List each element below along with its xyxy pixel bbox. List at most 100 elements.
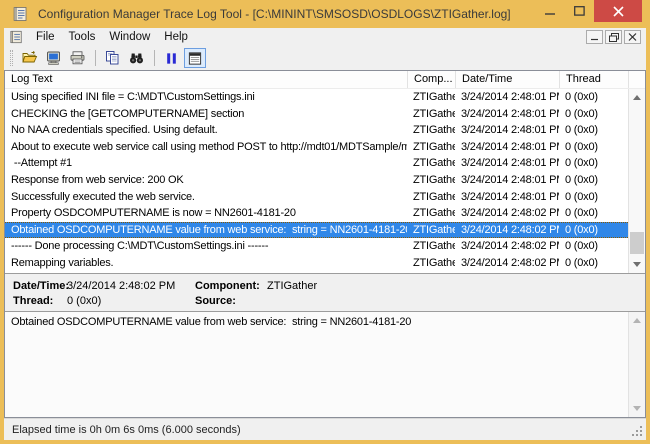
log-row-thread: 0 (0x0): [559, 172, 628, 189]
log-row-thread: 0 (0x0): [559, 155, 628, 172]
toolbar-separator: [95, 50, 96, 66]
mdi-minimize-button[interactable]: [586, 30, 603, 44]
log-row[interactable]: CHECKING the [GETCOMPUTERNAME] section Z…: [5, 106, 628, 123]
log-row-datetime: 3/24/2014 2:48:01 PM: [455, 122, 559, 139]
log-row-component: ZTIGather: [407, 205, 455, 222]
window-title: Configuration Manager Trace Log Tool - […: [38, 7, 511, 21]
detail-view-icon: [187, 51, 203, 66]
log-row-thread: 0 (0x0): [559, 205, 628, 222]
details-datetime-label: Date/Time:: [13, 280, 67, 292]
log-row-datetime: 3/24/2014 2:48:01 PM: [455, 155, 559, 172]
maximize-button[interactable]: [565, 0, 594, 22]
resize-grip-icon[interactable]: [640, 434, 642, 436]
log-row-datetime: 3/24/2014 2:48:02 PM: [455, 255, 559, 272]
detail-view-toggle[interactable]: [184, 48, 206, 68]
scroll-up-icon[interactable]: [629, 89, 645, 106]
log-row-component: ZTIGather: [407, 106, 455, 123]
list-vertical-scrollbar[interactable]: [628, 89, 645, 273]
log-row-text: Remapping variables.: [5, 255, 407, 272]
list-header: Log Text Comp... Date/Time Thread: [5, 71, 645, 89]
toolbar-separator: [154, 50, 155, 66]
scroll-up-icon[interactable]: [629, 312, 645, 329]
log-row-text: Successfully executed the web service.: [5, 189, 407, 206]
mdi-document-icon[interactable]: [9, 30, 23, 44]
close-button[interactable]: [594, 0, 642, 22]
open-log-button[interactable]: [18, 48, 40, 68]
column-header-datetime[interactable]: Date/Time: [455, 71, 559, 88]
log-row-thread: 0 (0x0): [559, 139, 628, 156]
elapsed-time-text: Elapsed time is 0h 0m 6s 0ms (6.000 seco…: [12, 424, 241, 436]
log-row-component: ZTIGather: [407, 139, 455, 156]
log-row-datetime: 3/24/2014 2:48:01 PM: [455, 106, 559, 123]
copy-button[interactable]: [101, 48, 123, 68]
details-component-label: Component:: [195, 280, 267, 292]
message-scrollbar[interactable]: [628, 312, 645, 417]
toolbar: [4, 46, 646, 70]
log-row-thread: 0 (0x0): [559, 122, 628, 139]
log-view: Log Text Comp... Date/Time Thread Using …: [4, 70, 646, 418]
log-row-text: Response from web service: 200 OK: [5, 172, 407, 189]
details-thread-label: Thread:: [13, 295, 67, 307]
titlebar: Configuration Manager Trace Log Tool - […: [0, 0, 650, 28]
app-icon: [12, 6, 28, 22]
details-component-value: ZTIGather: [267, 280, 645, 292]
log-row-thread: 0 (0x0): [559, 238, 628, 255]
details-thread-value: 0 (0x0): [67, 295, 195, 307]
log-row-datetime: 3/24/2014 2:48:01 PM: [455, 89, 559, 106]
log-row-text: Using specified INI file = C:\MDT\Custom…: [5, 89, 407, 106]
scroll-down-icon[interactable]: [629, 256, 645, 273]
log-row[interactable]: Property OSDCOMPUTERNAME is now = NN2601…: [5, 205, 628, 222]
log-row-component: ZTIGather: [407, 222, 455, 239]
log-row[interactable]: Obtained OSDCOMPUTERNAME value from web …: [5, 222, 628, 239]
log-row-text: ------ Done processing C:\MDT\CustomSett…: [5, 238, 407, 255]
log-row-thread: 0 (0x0): [559, 106, 628, 123]
menu-file[interactable]: File: [29, 28, 62, 46]
scroll-down-icon[interactable]: [629, 400, 645, 417]
log-row-text: About to execute web service call using …: [5, 139, 407, 156]
log-row[interactable]: Remapping variables. ZTIGather 3/24/2014…: [5, 255, 628, 272]
details-pane: Date/Time: 3/24/2014 2:48:02 PM Componen…: [5, 273, 645, 311]
log-row[interactable]: ------ Done processing C:\MDT\CustomSett…: [5, 238, 628, 255]
log-row-datetime: 3/24/2014 2:48:02 PM: [455, 238, 559, 255]
log-row-text: --Attempt #1: [5, 155, 407, 172]
log-row[interactable]: About to execute web service call using …: [5, 139, 628, 156]
printer-icon: [69, 50, 86, 66]
log-row[interactable]: No NAA credentials specified. Using defa…: [5, 122, 628, 139]
log-row-thread: 0 (0x0): [559, 222, 628, 239]
log-row-component: ZTIGather: [407, 89, 455, 106]
open-remote-button[interactable]: [42, 48, 64, 68]
log-row-component: ZTIGather: [407, 122, 455, 139]
mdi-restore-button[interactable]: [605, 30, 622, 44]
log-row-thread: 0 (0x0): [559, 255, 628, 272]
pause-button[interactable]: [160, 48, 182, 68]
column-header-component[interactable]: Comp...: [407, 71, 455, 88]
binoculars-icon: [128, 50, 145, 66]
log-row-datetime: 3/24/2014 2:48:01 PM: [455, 189, 559, 206]
mdi-close-button[interactable]: [624, 30, 641, 44]
log-row[interactable]: Successfully executed the web service. Z…: [5, 189, 628, 206]
open-folder-icon: [21, 50, 38, 66]
print-button[interactable]: [66, 48, 88, 68]
column-header-thread[interactable]: Thread: [559, 71, 628, 88]
find-button[interactable]: [125, 48, 147, 68]
log-row[interactable]: Response from web service: 200 OK ZTIGat…: [5, 172, 628, 189]
app-window: Configuration Manager Trace Log Tool - […: [0, 0, 650, 444]
log-row-thread: 0 (0x0): [559, 189, 628, 206]
header-scrollbar-stub: [628, 71, 645, 88]
column-header-log-text[interactable]: Log Text: [5, 71, 407, 88]
pause-icon: [164, 51, 179, 66]
menu-help[interactable]: Help: [157, 28, 195, 46]
message-text[interactable]: Obtained OSDCOMPUTERNAME value from web …: [5, 312, 628, 417]
log-row-component: ZTIGather: [407, 238, 455, 255]
menu-tools[interactable]: Tools: [62, 28, 103, 46]
log-row[interactable]: Using specified INI file = C:\MDT\Custom…: [5, 89, 628, 106]
minimize-button[interactable]: [536, 0, 565, 22]
log-row-datetime: 3/24/2014 2:48:01 PM: [455, 172, 559, 189]
log-row-datetime: 3/24/2014 2:48:02 PM: [455, 222, 559, 239]
toolbar-grip: [10, 50, 13, 66]
log-row-text: No NAA credentials specified. Using defa…: [5, 122, 407, 139]
log-row[interactable]: --Attempt #1 ZTIGather 3/24/2014 2:48:01…: [5, 155, 628, 172]
scrollbar-thumb[interactable]: [630, 232, 644, 254]
log-row-thread: 0 (0x0): [559, 89, 628, 106]
menu-window[interactable]: Window: [102, 28, 157, 46]
